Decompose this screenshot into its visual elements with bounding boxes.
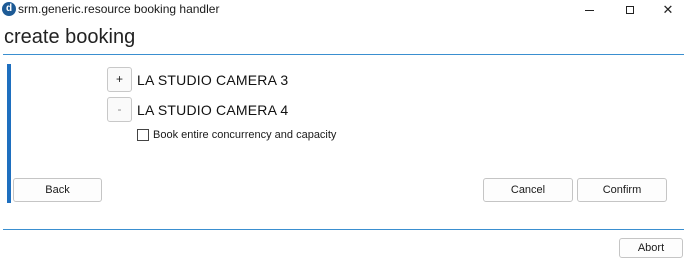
title-divider [3,54,684,55]
resource-label-camera-4: LA STUDIO CAMERA 4 [137,102,289,118]
window-title: srm.generic.resource booking handler [18,2,220,16]
close-button[interactable]: ✕ [650,0,686,20]
book-entire-label[interactable]: Book entire concurrency and capacity [153,128,336,142]
footer-divider [3,229,684,230]
close-icon: ✕ [662,2,674,17]
maximize-button[interactable] [612,0,648,20]
resource-label-camera-3: LA STUDIO CAMERA 3 [137,72,289,88]
title-bar: d srm.generic.resource booking handler ✕ [0,0,687,20]
minimize-icon [584,9,594,11]
remove-resource-button[interactable]: - [107,97,132,122]
confirm-button[interactable]: Confirm [577,178,667,202]
content-accent-bar [7,64,11,203]
abort-button[interactable]: Abort [619,238,683,258]
book-entire-checkbox[interactable] [137,129,149,141]
app-icon: d [2,2,16,16]
maximize-icon [626,6,634,14]
cancel-button[interactable]: Cancel [483,178,573,202]
add-resource-button[interactable]: + [107,67,132,92]
back-button[interactable]: Back [13,178,102,202]
minimize-button[interactable] [571,0,607,20]
page-title: create booking [4,26,136,48]
